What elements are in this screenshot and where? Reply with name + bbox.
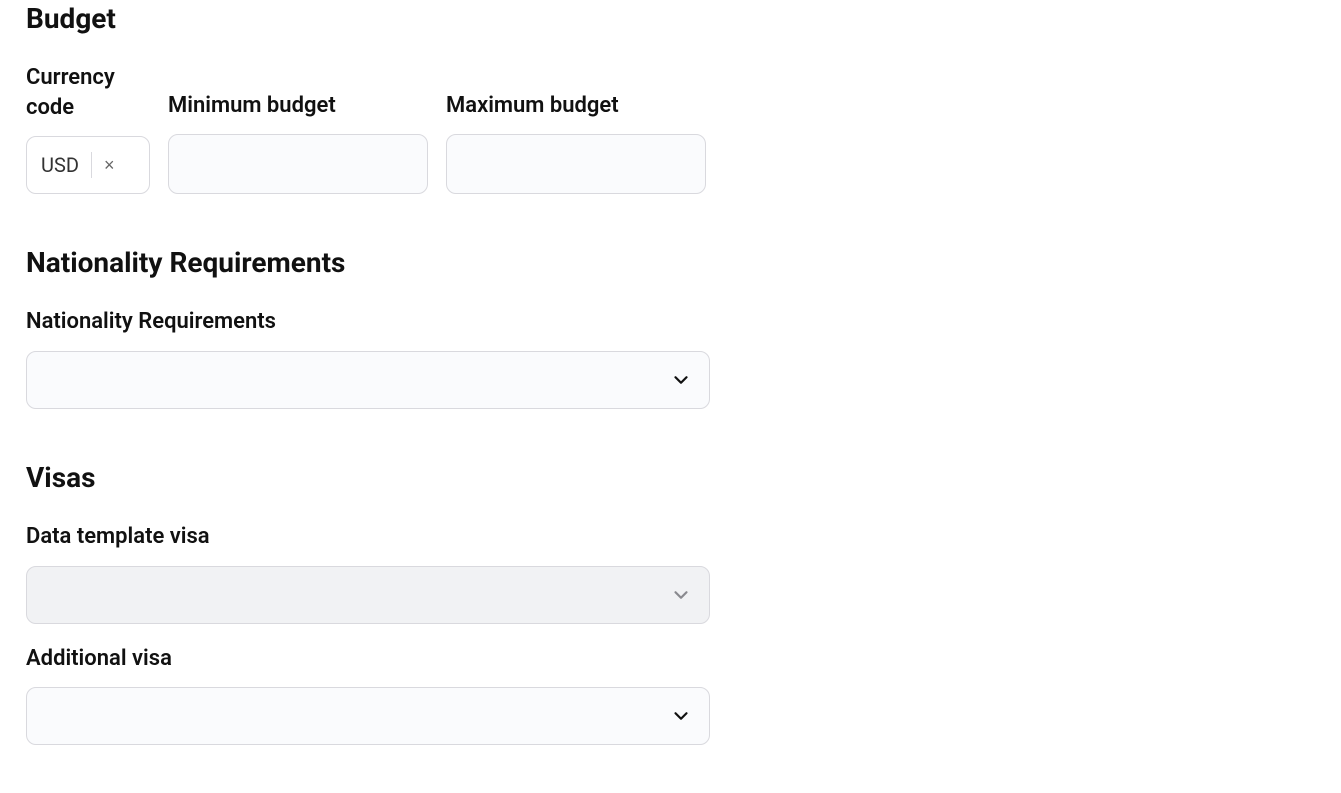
nationality-select-wrapper bbox=[26, 351, 710, 409]
additional-visa-label: Additional visa bbox=[26, 644, 1315, 674]
budget-title: Budget bbox=[26, 2, 1315, 35]
visas-section: Visas Data template visa Additional visa bbox=[26, 461, 1315, 745]
max-budget-field-group: Maximum budget bbox=[446, 91, 706, 195]
currency-clear-button[interactable]: × bbox=[104, 156, 115, 174]
currency-divider bbox=[91, 152, 92, 178]
min-budget-label: Minimum budget bbox=[168, 91, 428, 121]
currency-field-group: Currency code USD × bbox=[26, 63, 150, 194]
additional-visa-select[interactable] bbox=[26, 687, 710, 745]
budget-row: Currency code USD × Minimum budget Maxim… bbox=[26, 63, 1315, 194]
data-template-visa-select-wrapper bbox=[26, 566, 710, 624]
currency-label-line1: Currency bbox=[26, 65, 115, 90]
currency-label-line2: code bbox=[26, 95, 74, 120]
nationality-title: Nationality Requirements bbox=[26, 246, 1315, 279]
additional-visa-select-wrapper bbox=[26, 687, 710, 745]
visas-title: Visas bbox=[26, 461, 1315, 494]
nationality-field-label: Nationality Requirements bbox=[26, 307, 1315, 337]
currency-code-value: USD bbox=[41, 153, 79, 177]
data-template-visa-label: Data template visa bbox=[26, 522, 1315, 552]
currency-code-label: Currency code bbox=[26, 63, 136, 122]
max-budget-input[interactable] bbox=[446, 134, 706, 194]
max-budget-label: Maximum budget bbox=[446, 91, 706, 121]
data-template-visa-field: Data template visa bbox=[26, 522, 1315, 624]
nationality-select[interactable] bbox=[26, 351, 710, 409]
min-budget-input[interactable] bbox=[168, 134, 428, 194]
currency-code-input[interactable]: USD × bbox=[26, 136, 150, 194]
nationality-section: Nationality Requirements Nationality Req… bbox=[26, 246, 1315, 409]
data-template-visa-select[interactable] bbox=[26, 566, 710, 624]
budget-section: Budget Currency code USD × Minimum budge… bbox=[26, 2, 1315, 194]
additional-visa-field: Additional visa bbox=[26, 644, 1315, 746]
min-budget-field-group: Minimum budget bbox=[168, 91, 428, 195]
